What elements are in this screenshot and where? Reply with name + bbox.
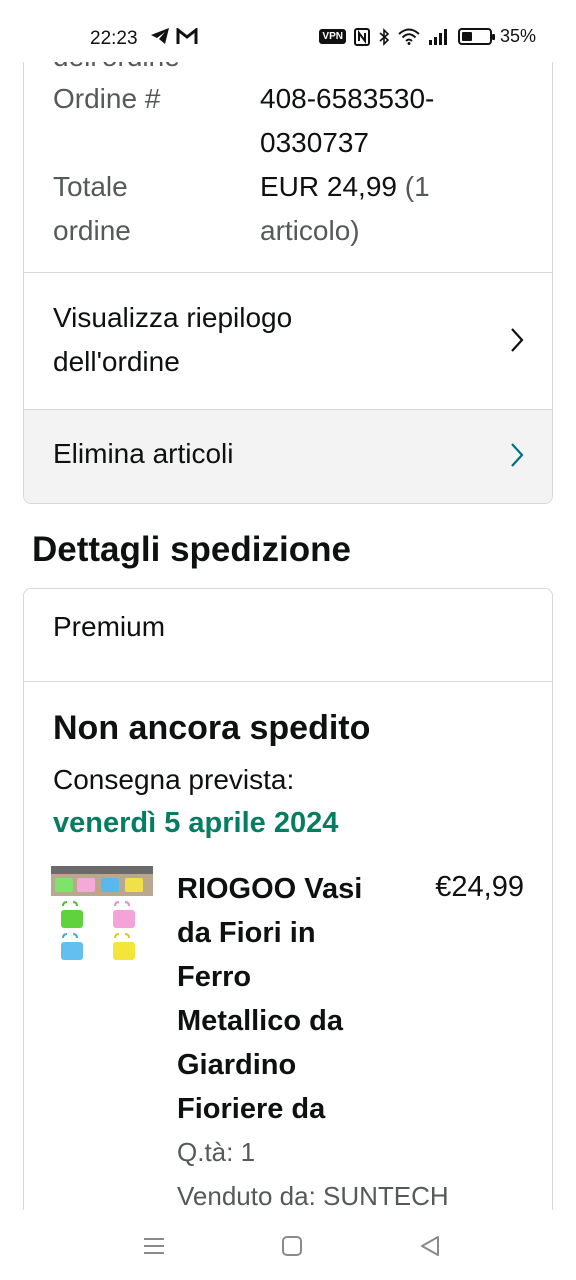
eta-label: Consegna prevista: <box>53 764 295 795</box>
chevron-right-icon <box>511 328 524 352</box>
order-number-line1: 408-6583530- <box>260 83 435 114</box>
order-summary-card: dell'ordine Ordine # 408-6583530- 033073… <box>23 20 553 504</box>
product-thumbnail[interactable] <box>51 866 153 968</box>
gmail-icon <box>176 27 198 44</box>
order-total-label-line1: Totale <box>53 171 128 202</box>
order-total-label-line2: ordine <box>53 215 131 246</box>
view-summary-line2: dell'ordine <box>53 346 180 377</box>
order-total-count-line2: articolo) <box>260 215 360 246</box>
product-title-link[interactable]: RIOGOO Vasi da Fiori in Ferro Metallico … <box>177 867 399 1131</box>
product-title-line: da Fiori in <box>177 917 316 949</box>
eta-date: venerdì 5 aprile 2024 <box>53 807 339 839</box>
telegram-icon <box>151 28 169 44</box>
product-title-line: Fioriere da <box>177 1093 326 1125</box>
product-title-line: RIOGOO Vasi <box>177 873 363 905</box>
menu-icon[interactable] <box>138 1230 170 1262</box>
shipping-type: Premium <box>53 611 166 642</box>
product-title-line: Ferro <box>177 961 252 993</box>
order-number-label: Ordine # <box>53 83 161 114</box>
delete-items-link[interactable]: Elimina articoli <box>24 410 552 503</box>
nfc-icon <box>353 27 370 46</box>
chevron-right-icon <box>511 443 524 467</box>
order-total-count: (1 <box>404 171 430 202</box>
order-total-value: EUR 24,99 (1 <box>260 165 430 209</box>
system-nav-bar <box>0 1210 576 1280</box>
system-icons: VPN 35% <box>319 26 536 47</box>
home-icon[interactable] <box>276 1230 308 1262</box>
battery-icon <box>457 28 495 45</box>
delete-items-label: Elimina articoli <box>53 438 234 469</box>
notification-icons <box>150 27 198 45</box>
vpn-icon: VPN <box>319 29 346 44</box>
view-summary-line1: Visualizza riepilogo <box>53 302 293 333</box>
status-bar: 22:23 VPN 35% <box>0 0 576 62</box>
product-price: €24,99 <box>435 871 524 903</box>
product-seller: Venduto da: SUNTECH <box>177 1181 449 1211</box>
shipment-card: Premium Non ancora spedito Consegna prev… <box>23 588 553 1280</box>
order-total-amount: EUR 24,99 <box>260 171 397 202</box>
product-title-line: Giardino <box>177 1049 297 1081</box>
status-time: 22:23 <box>90 28 138 49</box>
order-number-line2: 0330737 <box>260 127 370 158</box>
signal-icon <box>428 29 447 45</box>
battery-percent: 35% <box>499 26 536 46</box>
wifi-icon <box>398 28 420 45</box>
bluetooth-icon <box>379 27 390 46</box>
view-order-summary-link[interactable]: Visualizza riepilogo dell'ordine <box>24 273 552 409</box>
shipment-status: Non ancora spedito <box>53 709 371 747</box>
product-title-line: Metallico da <box>177 1005 343 1037</box>
shipping-details-title: Dettagli spedizione <box>32 530 351 569</box>
product-quantity: Q.tà: 1 <box>177 1137 256 1167</box>
back-icon[interactable] <box>414 1230 446 1262</box>
divider <box>24 681 552 682</box>
